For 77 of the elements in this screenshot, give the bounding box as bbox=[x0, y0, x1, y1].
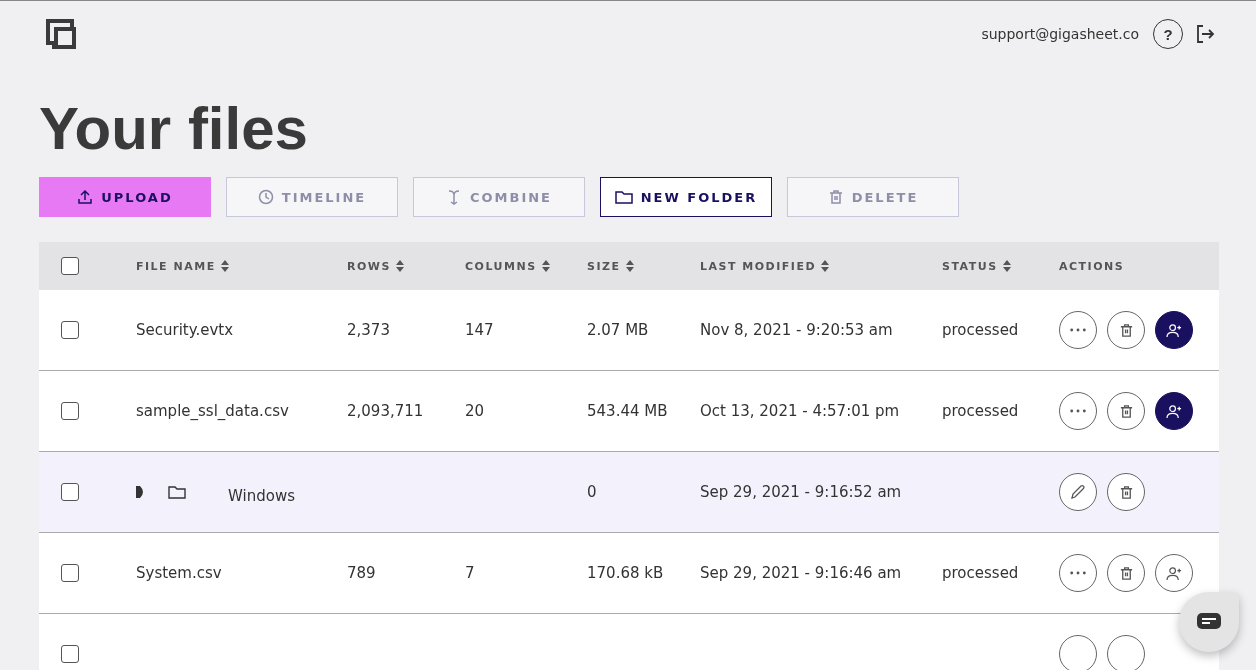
folder-icon bbox=[168, 484, 186, 500]
toolbar-button[interactable]: UPLOAD bbox=[39, 177, 211, 217]
logo-icon bbox=[44, 17, 78, 51]
logout-icon[interactable] bbox=[1195, 24, 1215, 44]
column-header[interactable]: LAST MODIFIED bbox=[700, 259, 942, 273]
table-cell-text: 2,373 bbox=[347, 321, 391, 339]
table-cell-text: Sep 29, 2021 - 9:16:46 am bbox=[700, 564, 903, 582]
column-header[interactable]: SIZE bbox=[587, 259, 700, 273]
more-icon bbox=[1069, 328, 1087, 332]
delete-button[interactable] bbox=[1107, 311, 1145, 349]
table-cell-text: 789 bbox=[347, 564, 377, 582]
row-checkbox[interactable] bbox=[61, 564, 79, 582]
column-header[interactable]: COLUMNS bbox=[465, 259, 587, 273]
sort-icon[interactable] bbox=[541, 260, 550, 272]
sort-icon[interactable] bbox=[220, 260, 229, 272]
table-cell-text: processed bbox=[942, 321, 1020, 339]
sort-icon[interactable] bbox=[821, 260, 830, 272]
more-button[interactable] bbox=[1059, 635, 1097, 670]
chat-button[interactable] bbox=[1179, 592, 1239, 652]
more-button[interactable] bbox=[1059, 311, 1097, 349]
toolbar-button[interactable]: NEW FOLDER bbox=[600, 177, 772, 217]
add-user-icon bbox=[1165, 565, 1183, 581]
add-user-icon bbox=[1165, 322, 1183, 338]
row-checkbox[interactable] bbox=[61, 321, 79, 339]
sort-icon[interactable] bbox=[395, 260, 404, 272]
upload-icon bbox=[77, 189, 94, 205]
table-cell-text: Sep 29, 2021 - 9:16:52 am bbox=[700, 483, 903, 501]
folder-name[interactable]: Windows bbox=[228, 479, 295, 505]
more-icon bbox=[1069, 409, 1087, 413]
share-button[interactable] bbox=[1155, 311, 1193, 349]
add-user-icon bbox=[1165, 403, 1183, 419]
row-checkbox[interactable] bbox=[61, 483, 79, 501]
clock-icon bbox=[257, 189, 274, 205]
file-name[interactable]: Security.evtx bbox=[136, 321, 347, 339]
file-name[interactable]: System.csv bbox=[136, 564, 347, 582]
row-checkbox[interactable] bbox=[61, 645, 79, 663]
more-icon bbox=[1069, 571, 1087, 575]
expand-caret-icon[interactable] bbox=[136, 486, 146, 498]
trash-icon bbox=[1118, 484, 1134, 500]
column-header[interactable]: STATUS bbox=[942, 259, 1059, 273]
trash-icon bbox=[1118, 403, 1134, 419]
folder-icon bbox=[614, 189, 633, 205]
sort-icon[interactable] bbox=[1002, 260, 1011, 272]
delete-button[interactable] bbox=[1107, 554, 1145, 592]
account-email: support@gigasheet.co bbox=[981, 26, 1139, 42]
more-button[interactable] bbox=[1059, 554, 1097, 592]
table-cell-text: 147 bbox=[465, 321, 495, 339]
column-header[interactable]: ROWS bbox=[347, 259, 465, 273]
table-cell-text: processed bbox=[942, 564, 1020, 582]
table-cell-text: processed bbox=[942, 402, 1020, 420]
delete-button[interactable] bbox=[1107, 635, 1145, 670]
delete-button[interactable] bbox=[1107, 392, 1145, 430]
column-header[interactable]: FILE NAME bbox=[136, 259, 347, 273]
row-checkbox[interactable] bbox=[61, 402, 79, 420]
sort-icon[interactable] bbox=[625, 260, 634, 272]
trash-icon bbox=[1118, 322, 1134, 338]
file-name[interactable]: sample_ssl_data.csv bbox=[136, 402, 347, 420]
edit-button[interactable] bbox=[1059, 473, 1097, 511]
delete-button[interactable] bbox=[1107, 473, 1145, 511]
trash-icon bbox=[827, 189, 844, 205]
pencil-icon bbox=[1070, 484, 1086, 500]
table-cell-text: 20 bbox=[465, 402, 486, 420]
column-header: ACTIONS bbox=[1059, 259, 1126, 273]
trash-icon bbox=[1118, 565, 1134, 581]
page-title: Your files bbox=[39, 99, 309, 159]
table-cell-text: 7 bbox=[465, 564, 476, 582]
table-cell-text: 2,093,711 bbox=[347, 402, 425, 420]
table-cell-text: 170.68 kB bbox=[587, 564, 665, 582]
table-cell-text: Oct 13, 2021 - 4:57:01 pm bbox=[700, 402, 901, 420]
share-button[interactable] bbox=[1155, 392, 1193, 430]
table-cell-text: Nov 8, 2021 - 9:20:53 am bbox=[700, 321, 894, 339]
more-button[interactable] bbox=[1059, 392, 1097, 430]
table-cell-text: 2.07 MB bbox=[587, 321, 650, 339]
table-cell-text: 0 bbox=[587, 483, 598, 501]
table-cell-text: 543.44 MB bbox=[587, 402, 669, 420]
chat-icon bbox=[1197, 613, 1221, 631]
select-all-checkbox[interactable] bbox=[61, 257, 79, 275]
